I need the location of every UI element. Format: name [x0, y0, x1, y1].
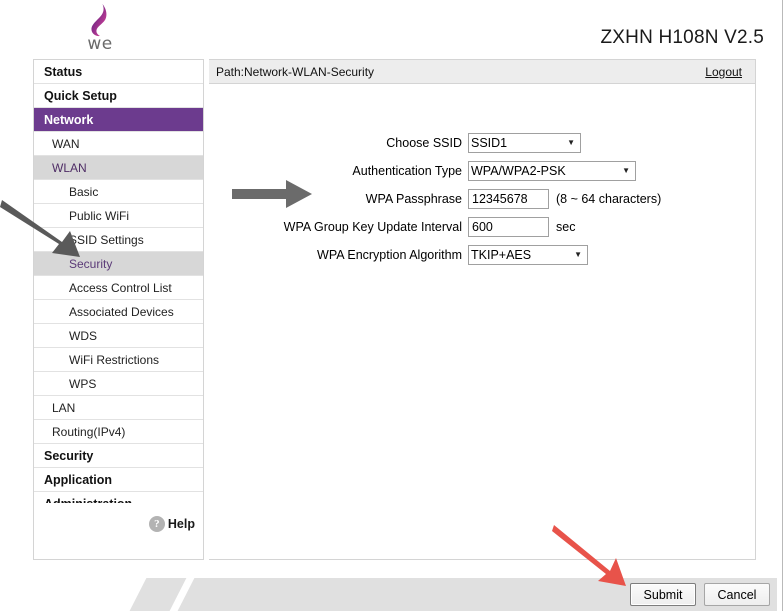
- brand-name: we: [87, 34, 113, 54]
- sidebar-item-wds[interactable]: WDS: [34, 324, 203, 348]
- cancel-button[interactable]: Cancel: [704, 583, 770, 606]
- form-row-wpa-group-key-update-interval: WPA Group Key Update Interval sec: [209, 214, 755, 240]
- select-wpa-encryption-algorithm[interactable]: TKIPAESTKIP+AES: [468, 245, 588, 265]
- sidebar-item-label: Associated Devices: [69, 305, 174, 319]
- content-panel: Path:Network-WLAN-Security Logout Choose…: [209, 59, 756, 560]
- select-wrapper-authentication-type: OpenSharedWPA-PSKWPA2-PSKWPA/WPA2-PSKWPA…: [468, 161, 636, 181]
- device-model-title: ZXHN H108N V2.5: [600, 27, 764, 48]
- sidebar-item-access-control-list[interactable]: Access Control List: [34, 276, 203, 300]
- sidebar-item-wlan[interactable]: WLAN: [34, 156, 203, 180]
- label-choose-ssid: Choose SSID: [386, 136, 462, 150]
- sidebar-item-routing-ipv4[interactable]: Routing(IPv4): [34, 420, 203, 444]
- wlan-security-form: Choose SSID SSID1SSID2SSID3SSID4▼ Authenti…: [209, 130, 755, 270]
- sidebar-item-label: Quick Setup: [44, 89, 117, 103]
- sidebar-item-public-wifi[interactable]: Public WiFi: [34, 204, 203, 228]
- form-row-authentication-type: Authentication Type OpenSharedWPA-PSKWPA2…: [209, 158, 755, 184]
- sidebar-item-label: SSID Settings: [69, 233, 144, 247]
- sidebar-help-footer: ? Help: [34, 503, 203, 559]
- sidebar-item-label: WPS: [69, 377, 97, 391]
- sidebar-nav: Status Quick Setup Network WAN WLAN Basic Publ…: [33, 59, 204, 560]
- sidebar-item-label: WLAN: [52, 161, 87, 175]
- question-mark-icon[interactable]: ?: [148, 516, 165, 532]
- breadcrumb: Path:Network-WLAN-Security: [216, 65, 375, 79]
- brand-logo: we: [76, 3, 124, 54]
- sidebar-item-label: Status: [44, 65, 83, 79]
- sidebar-item-list: Status Quick Setup Network WAN WLAN Basic Publ…: [34, 60, 203, 540]
- submit-button[interactable]: Submit: [630, 583, 696, 606]
- sidebar-item-security[interactable]: Security: [34, 444, 203, 468]
- sidebar-item-label: Public WiFi: [69, 209, 130, 223]
- sidebar-item-security[interactable]: Security: [34, 252, 203, 276]
- sidebar-item-label: Security: [69, 257, 113, 271]
- path-bar: Path:Network-WLAN-Security Logout: [209, 60, 755, 84]
- flame-logo-icon: [84, 3, 114, 37]
- select-authentication-type[interactable]: OpenSharedWPA-PSKWPA2-PSKWPA/WPA2-PSKWPA…: [468, 161, 636, 181]
- form-row-choose-ssid: Choose SSID SSID1SSID2SSID3SSID4▼: [209, 130, 755, 156]
- sidebar-item-label: Security: [44, 449, 94, 463]
- sidebar-item-label: Access Control List: [69, 281, 172, 295]
- sidebar-item-basic[interactable]: Basic: [34, 180, 203, 204]
- sidebar-item-ssid-settings[interactable]: SSID Settings: [34, 228, 203, 252]
- select-wrapper-choose-ssid: SSID1SSID2SSID3SSID4▼: [468, 133, 581, 153]
- form-row-wpa-encryption-algorithm: WPA Encryption Algorithm TKIPAESTKIP+AES▼: [209, 242, 755, 268]
- suffix-wpa-passphrase: (8 ~ 64 characters): [556, 192, 662, 206]
- control-choose-ssid: SSID1SSID2SSID3SSID4▼: [468, 133, 581, 153]
- label-authentication-type: Authentication Type: [352, 164, 462, 178]
- sidebar-help-label[interactable]: Help: [168, 517, 195, 531]
- form-row-wpa-passphrase: WPA Passphrase (8 ~ 64 characters): [209, 186, 755, 212]
- sidebar-item-lan[interactable]: LAN: [34, 396, 203, 420]
- sidebar-item-wan[interactable]: WAN: [34, 132, 203, 156]
- suffix-wpa-group-key-update-interval: sec: [556, 220, 576, 234]
- sidebar-item-label: WAN: [52, 137, 80, 151]
- label-wpa-group-key-update-interval: WPA Group Key Update Interval: [283, 220, 462, 234]
- control-authentication-type: OpenSharedWPA-PSKWPA2-PSKWPA/WPA2-PSKWPA…: [468, 161, 636, 181]
- sidebar-item-label: Routing(IPv4): [52, 425, 126, 439]
- sidebar-item-label: LAN: [52, 401, 76, 415]
- input-wpa-group-key-update-interval[interactable]: [468, 217, 549, 237]
- label-wpa-passphrase: WPA Passphrase: [365, 192, 462, 206]
- sidebar-item-associated-devices[interactable]: Associated Devices: [34, 300, 203, 324]
- sidebar-item-status[interactable]: Status: [34, 60, 203, 84]
- sidebar-item-label: WiFi Restrictions: [69, 353, 160, 367]
- sidebar-item-application[interactable]: Application: [34, 468, 203, 492]
- sidebar-item-wps[interactable]: WPS: [34, 372, 203, 396]
- label-wpa-encryption-algorithm: WPA Encryption Algorithm: [317, 248, 462, 262]
- sidebar-item-label: Basic: [69, 185, 99, 199]
- sidebar-item-network[interactable]: Network: [34, 108, 203, 132]
- control-wpa-encryption-algorithm: TKIPAESTKIP+AES▼: [468, 245, 588, 265]
- select-wrapper-wpa-encryption-algorithm: TKIPAESTKIP+AES▼: [468, 245, 588, 265]
- control-wpa-group-key-update-interval: sec: [468, 217, 575, 237]
- sidebar-item-label: WDS: [69, 329, 97, 343]
- sidebar-item-wifi-restrictions[interactable]: WiFi Restrictions: [34, 348, 203, 372]
- sidebar-item-quick-setup[interactable]: Quick Setup: [34, 84, 203, 108]
- form-action-buttons: Submit Cancel: [630, 583, 770, 606]
- input-wpa-passphrase[interactable]: [468, 189, 549, 209]
- sidebar-item-label: Network: [44, 113, 94, 127]
- sidebar-item-label: Application: [44, 473, 113, 487]
- control-wpa-passphrase: (8 ~ 64 characters): [468, 189, 661, 209]
- header-bar: we ZXHN H108N V2.5: [0, 0, 783, 55]
- select-choose-ssid[interactable]: SSID1SSID2SSID3SSID4: [468, 133, 581, 153]
- logout-link[interactable]: Logout: [705, 60, 742, 84]
